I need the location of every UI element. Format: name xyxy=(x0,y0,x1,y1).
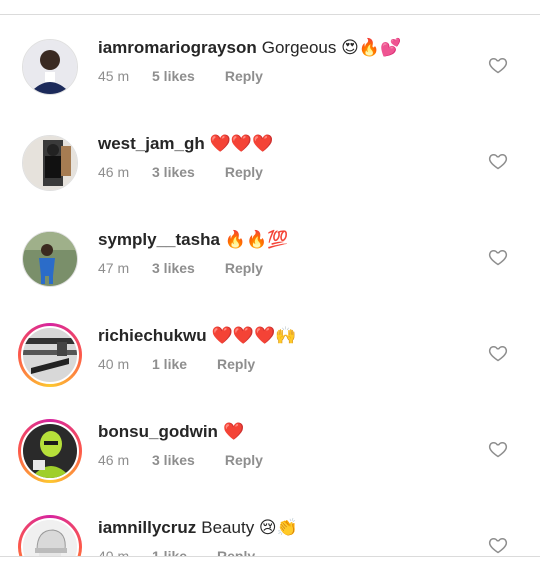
comment-meta: 46 m 3 likes Reply xyxy=(98,451,263,469)
comment-meta: 40 m 1 like Reply xyxy=(98,355,255,373)
reply-button[interactable]: Reply xyxy=(225,451,263,469)
timestamp: 46 m xyxy=(98,452,130,468)
comment-item: bonsu_godwin ❤️ 46 m 3 likes Reply xyxy=(0,399,540,495)
comment-meta: 45 m 5 likes Reply xyxy=(98,67,263,85)
comment-meta: 46 m 3 likes Reply xyxy=(98,163,263,181)
timestamp: 45 m xyxy=(98,68,130,84)
avatar-story-ring[interactable] xyxy=(18,323,82,387)
avatar xyxy=(21,518,79,556)
avatar xyxy=(21,422,79,480)
comment-item: west_jam_gh ❤️❤️❤️ 46 m 3 likes Reply xyxy=(0,111,540,207)
like-heart-icon[interactable] xyxy=(488,439,508,459)
reply-button[interactable]: Reply xyxy=(225,67,263,85)
username[interactable]: symply__tasha xyxy=(98,230,220,249)
comment-text-line: iamromariograyson Gorgeous 😍🔥💕 xyxy=(98,37,401,59)
like-heart-icon[interactable] xyxy=(488,535,508,555)
bottom-divider xyxy=(0,556,540,557)
timestamp: 46 m xyxy=(98,164,130,180)
likes-count[interactable]: 1 like xyxy=(152,547,187,556)
timestamp: 40 m xyxy=(98,356,130,372)
username[interactable]: iamromariograyson xyxy=(98,38,257,57)
username[interactable]: iamnillycruz xyxy=(98,518,196,537)
avatar-story-ring[interactable] xyxy=(18,515,82,556)
like-heart-icon[interactable] xyxy=(488,55,508,75)
comment-item: iamromariograyson Gorgeous 😍🔥💕 45 m 5 like… xyxy=(0,15,540,111)
comment-text: ❤️ xyxy=(222,422,245,441)
reply-button[interactable]: Reply xyxy=(225,259,263,277)
comment-item: iamnillycruz Beauty 😢👏 40 m 1 like Reply xyxy=(0,495,540,556)
comment-text-line: richiechukwu ❤️❤️❤️🙌 xyxy=(98,325,296,347)
reply-button[interactable]: Reply xyxy=(217,355,255,373)
comment-text-line: bonsu_godwin ❤️ xyxy=(98,421,244,443)
likes-count[interactable]: 3 likes xyxy=(152,451,195,469)
comment-text-line: west_jam_gh ❤️❤️❤️ xyxy=(98,133,273,155)
avatar xyxy=(21,326,79,384)
comment-meta: 40 m 1 like Reply xyxy=(98,547,255,556)
comment-text-line: iamnillycruz Beauty 😢👏 xyxy=(98,517,298,539)
avatar[interactable] xyxy=(22,135,78,191)
likes-count[interactable]: 3 likes xyxy=(152,259,195,277)
reply-button[interactable]: Reply xyxy=(217,547,255,556)
comment-text: ❤️❤️❤️ xyxy=(209,134,274,153)
comment-text: 🔥🔥💯 xyxy=(224,230,289,249)
comment-text: Beauty 😢👏 xyxy=(201,518,298,537)
username[interactable]: bonsu_godwin xyxy=(98,422,218,441)
timestamp: 47 m xyxy=(98,260,130,276)
reply-button[interactable]: Reply xyxy=(225,163,263,181)
comment-text: Gorgeous 😍🔥💕 xyxy=(261,38,402,57)
likes-count[interactable]: 5 likes xyxy=(152,67,195,85)
comment-item: richiechukwu ❤️❤️❤️🙌 40 m 1 like Reply xyxy=(0,303,540,399)
avatar-story-ring[interactable] xyxy=(18,419,82,483)
like-heart-icon[interactable] xyxy=(488,247,508,267)
likes-count[interactable]: 1 like xyxy=(152,355,187,373)
avatar[interactable] xyxy=(22,39,78,95)
comment-text: ❤️❤️❤️🙌 xyxy=(211,326,297,345)
comment-meta: 47 m 3 likes Reply xyxy=(98,259,263,277)
comment-text-line: symply__tasha 🔥🔥💯 xyxy=(98,229,288,251)
username[interactable]: richiechukwu xyxy=(98,326,207,345)
avatar[interactable] xyxy=(22,231,78,287)
likes-count[interactable]: 3 likes xyxy=(152,163,195,181)
like-heart-icon[interactable] xyxy=(488,151,508,171)
username[interactable]: west_jam_gh xyxy=(98,134,205,153)
comment-list: iamromariograyson Gorgeous 😍🔥💕 45 m 5 like… xyxy=(0,15,540,556)
timestamp: 40 m xyxy=(98,548,130,556)
like-heart-icon[interactable] xyxy=(488,343,508,363)
comment-item: symply__tasha 🔥🔥💯 47 m 3 likes Reply xyxy=(0,207,540,303)
